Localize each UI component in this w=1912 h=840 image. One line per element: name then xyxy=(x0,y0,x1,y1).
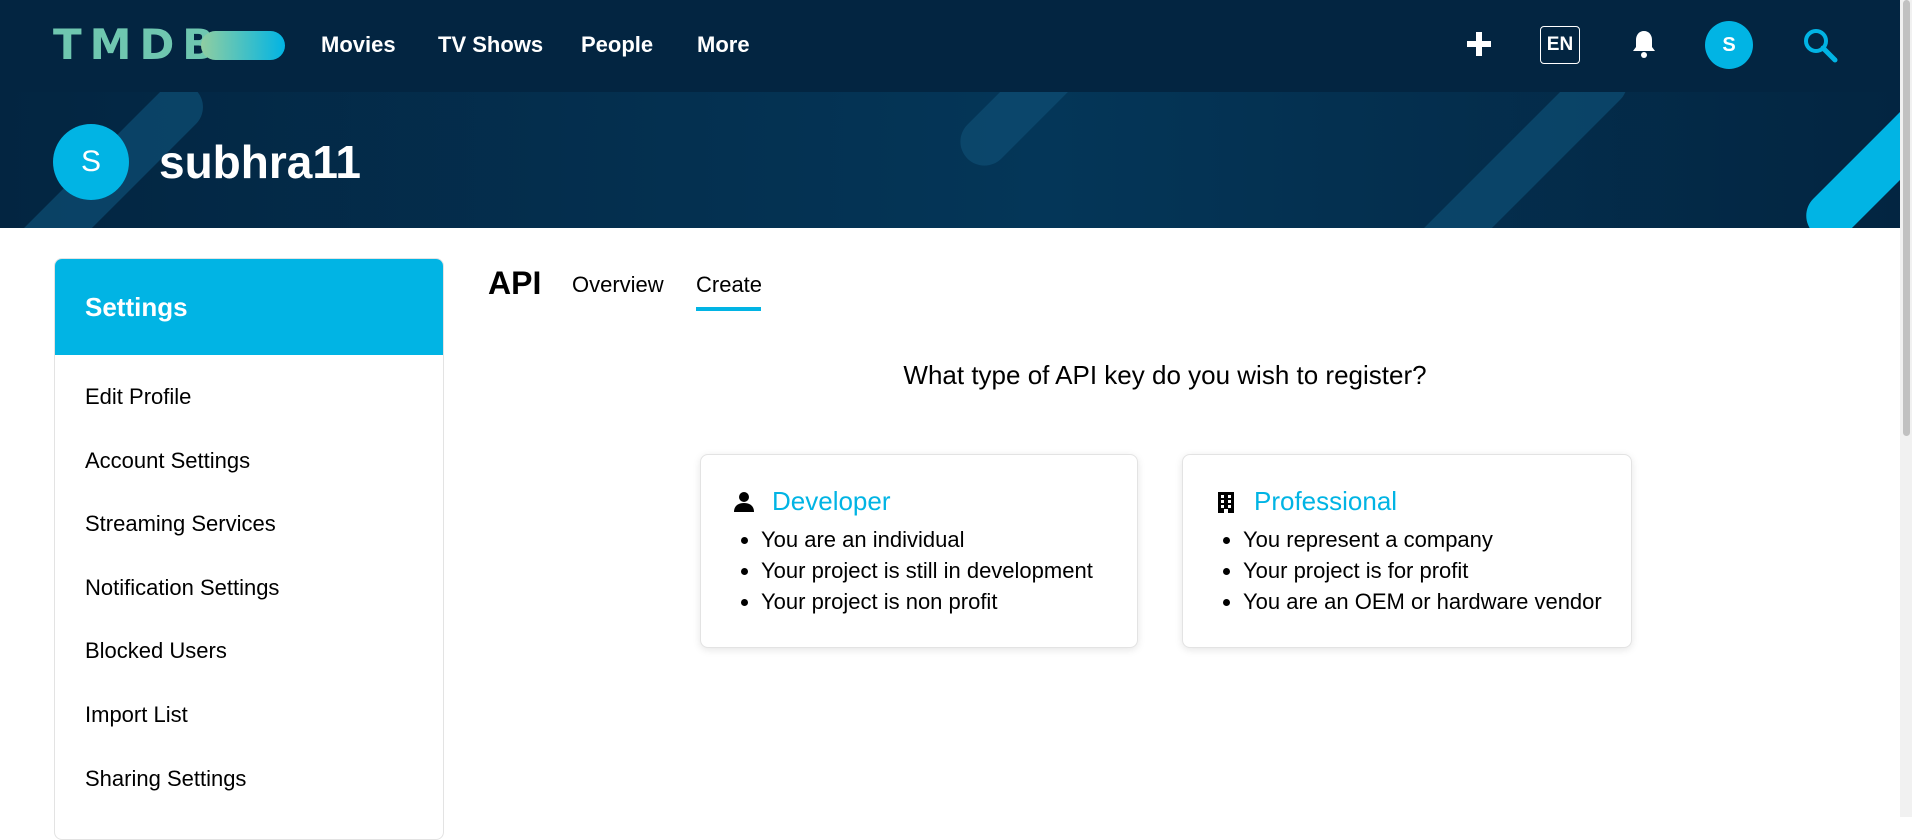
list-item: Your project is still in development xyxy=(761,555,1093,586)
top-nav: TMDB Movies TV Shows People More EN S xyxy=(0,0,1900,92)
professional-card[interactable]: Professional You represent a company You… xyxy=(1182,454,1632,648)
sidebar-item-streaming-services[interactable]: Streaming Services xyxy=(85,509,276,539)
list-item: You are an individual xyxy=(761,524,1093,555)
user-icon xyxy=(733,491,755,513)
sidebar-item-notification-settings[interactable]: Notification Settings xyxy=(85,573,279,603)
bell-icon[interactable] xyxy=(1631,28,1657,60)
tab-create[interactable]: Create xyxy=(696,270,762,300)
banner-stripe xyxy=(950,92,1098,176)
sidebar-item-sharing-settings[interactable]: Sharing Settings xyxy=(85,764,246,794)
active-tab-indicator xyxy=(696,307,761,311)
add-icon[interactable] xyxy=(1465,26,1493,62)
banner-stripe xyxy=(1796,92,1900,228)
developer-card-bullets: You are an individual Your project is st… xyxy=(731,524,1093,617)
sidebar-item-blocked-users[interactable]: Blocked Users xyxy=(85,636,227,666)
profile-avatar: S xyxy=(53,124,129,200)
settings-sidebar: Settings Edit Profile Account Settings S… xyxy=(54,258,444,840)
nav-link-movies[interactable]: Movies xyxy=(321,28,396,62)
professional-card-title[interactable]: Professional xyxy=(1254,483,1397,519)
professional-card-bullets: You represent a company Your project is … xyxy=(1213,524,1602,617)
building-icon xyxy=(1215,491,1237,513)
nav-link-people[interactable]: People xyxy=(581,28,653,62)
tmdb-logo[interactable]: TMDB xyxy=(53,20,222,70)
list-item: Your project is non profit xyxy=(761,586,1093,617)
tmdb-logo-pill[interactable] xyxy=(201,31,285,60)
list-item: Your project is for profit xyxy=(1243,555,1602,586)
search-icon[interactable] xyxy=(1801,26,1839,64)
developer-card-title[interactable]: Developer xyxy=(772,483,891,519)
nav-link-more[interactable]: More xyxy=(697,28,750,62)
sidebar-item-import-list[interactable]: Import List xyxy=(85,700,188,730)
language-button[interactable]: EN xyxy=(1540,26,1580,64)
list-item: You are an OEM or hardware vendor xyxy=(1243,586,1602,617)
nav-link-tv-shows[interactable]: TV Shows xyxy=(438,28,543,62)
api-key-question: What type of API key do you wish to regi… xyxy=(903,360,1427,390)
sidebar-item-account-settings[interactable]: Account Settings xyxy=(85,446,250,476)
page-title: API xyxy=(488,265,542,301)
profile-username: subhra11 xyxy=(159,136,361,188)
tab-overview[interactable]: Overview xyxy=(572,270,664,300)
list-item: You represent a company xyxy=(1243,524,1602,555)
user-avatar[interactable]: S xyxy=(1705,21,1753,69)
developer-card[interactable]: Developer You are an individual Your pro… xyxy=(700,454,1138,648)
banner-stripe xyxy=(1390,92,1638,228)
sidebar-title: Settings xyxy=(55,259,443,355)
